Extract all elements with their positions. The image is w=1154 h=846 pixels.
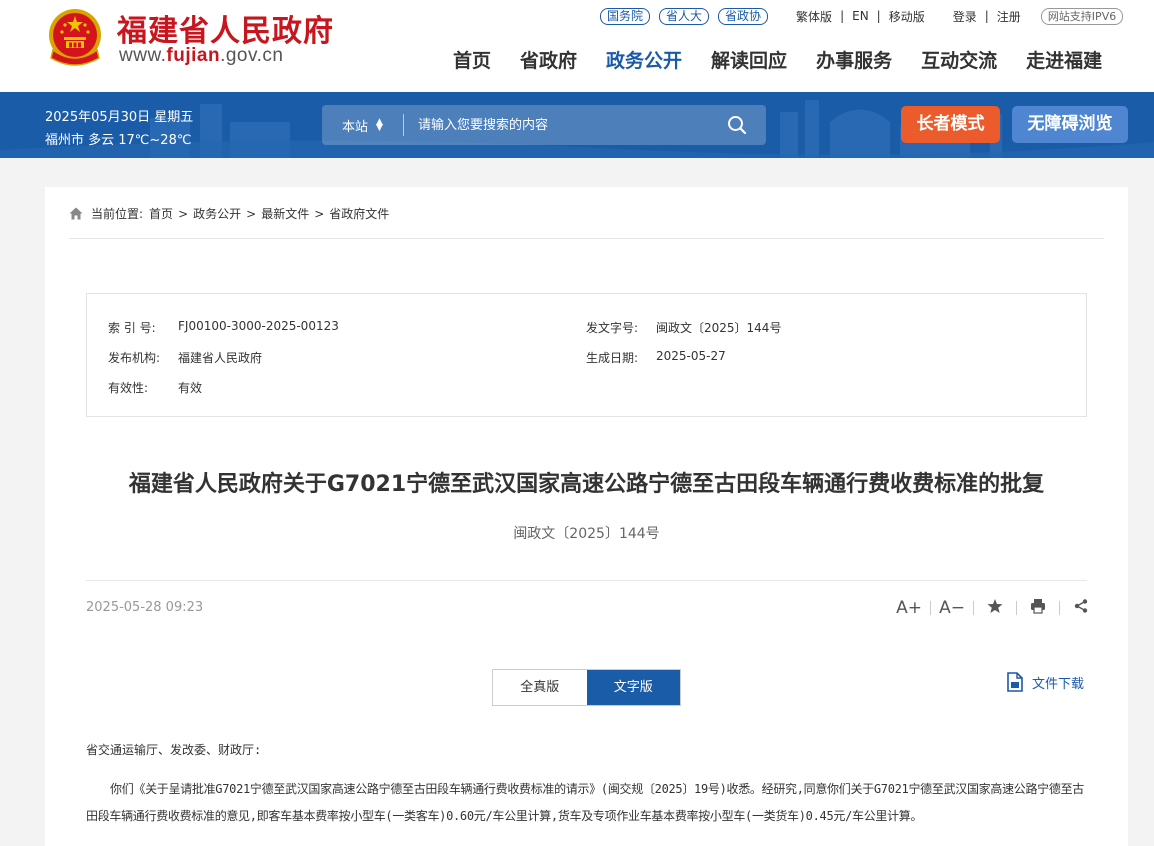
document-number: 闽政文〔2025〕144号 [513,526,660,542]
search-scope-label: 本站 [342,119,369,135]
breadcrumb-divider [69,238,1104,239]
site-header: 福建省人民政府 www.fujian.gov.cn 国务院 省人大 省政协 繁体… [0,0,1154,92]
printer-icon [1031,598,1045,614]
toolbar-separator [1059,601,1060,615]
nav-about-fujian[interactable]: 走进福建 [1026,46,1102,76]
separator: | [876,9,881,23]
breadcrumb-government-affairs[interactable]: 政务公开 [193,205,241,222]
nav-interaction[interactable]: 互动交流 [921,46,997,76]
main-nav: 首页 省政府 政务公开 解读回应 办事服务 互动交流 走进福建 [453,46,1102,76]
meta-issuer-row: 发布机构: 福建省人民政府 [108,349,262,366]
site-url-prefix: www. [119,45,167,66]
sort-arrows-icon: ▲ ▼ [376,117,383,133]
breadcrumb-home[interactable]: 首页 [149,205,173,222]
meta-validity-row: 有效性: 有效 [108,379,202,396]
site-url-domain: fujian [166,45,221,66]
breadcrumb-provincial-documents[interactable]: 省政府文件 [329,205,389,222]
nav-home[interactable]: 首页 [453,46,491,76]
link-provincial-cppcc[interactable]: 省政协 [718,7,769,25]
home-icon [69,207,83,220]
meta-docno-row: 发文字号: 闽政文〔2025〕144号 [586,319,781,336]
toolbar-separator [930,601,931,615]
publish-time: 2025-05-28 09:23 [86,600,204,615]
search-scope-select[interactable]: 本站 ▲ ▼ [322,114,404,136]
share-button[interactable] [1066,598,1096,618]
file-download-label: 文件下载 [1032,676,1085,692]
top-links: 国务院 省人大 省政协 繁体版 | EN | 移动版 登录 | 注册 网站支持I… [600,6,1124,26]
nav-interpretation[interactable]: 解读回应 [711,46,787,76]
breadcrumb-latest-documents[interactable]: 最新文件 [261,205,309,222]
star-icon [987,598,1003,613]
breadcrumb-separator: > [314,206,325,221]
favorite-button[interactable] [980,598,1010,619]
tab-full-version[interactable]: 全真版 [493,670,587,705]
document-metadata: 索 引 号: FJ00100-3000-2025-00123 发文字号: 闽政文… [86,293,1087,417]
national-emblem-icon[interactable] [45,6,105,68]
toolbar-separator [973,601,974,615]
share-icon [1074,599,1088,613]
link-english[interactable]: EN [852,9,869,23]
font-larger-button[interactable]: A+ [894,598,924,618]
search-banner: 2025年05月30日 星期五 福州市 多云 17℃~28℃ 本站 ▲▼ 长者模… [0,92,1154,158]
font-smaller-button[interactable]: A− [937,598,967,618]
link-state-council[interactable]: 国务院 [600,7,651,25]
meta-validity-label: 有效性: [108,381,149,395]
accessible-browse-button[interactable]: 无障碍浏览 [1012,106,1128,143]
meta-issuer-value: 福建省人民政府 [178,351,263,365]
article-toolbar: A+ A− [894,597,1096,619]
link-provincial-npc[interactable]: 省人大 [659,7,710,25]
file-download-icon [1007,672,1023,692]
meta-date-row: 生成日期: 2025-05-27 [586,349,726,366]
print-button[interactable] [1023,598,1053,619]
search-box: 本站 ▲ ▼ [322,105,766,145]
breadcrumb-separator: > [178,206,189,221]
site-name[interactable]: 福建省人民政府 [117,6,334,50]
meta-docno-label: 发文字号: [586,321,639,335]
breadcrumb-separator: > [246,206,257,221]
separator: | [984,9,989,23]
toolbar-separator [1016,601,1017,615]
breadcrumb: 当前位置: 首页 > 政务公开 > 最新文件 > 省政府文件 [69,205,389,222]
title-divider [86,580,1087,581]
nav-government-affairs[interactable]: 政务公开 [606,46,682,76]
separator: | [840,9,845,23]
nav-provincial-government[interactable]: 省政府 [520,46,577,76]
document-body: 省交通运输厅、发改委、财政厅: 你们《关于呈请批准G7021宁德至武汉国家高速公… [86,740,1087,830]
meta-issuer-label: 发布机构: [108,351,161,365]
elder-mode-button[interactable]: 长者模式 [901,106,1000,143]
link-traditional-chinese[interactable]: 繁体版 [796,8,832,25]
search-input[interactable] [404,105,708,145]
document-addressee: 省交通运输厅、发改委、财政厅: [86,743,262,757]
ipv6-badge: 网站支持IPV6 [1040,7,1124,25]
meta-validity-value: 有效 [178,381,203,395]
article-card: 当前位置: 首页 > 政务公开 > 最新文件 > 省政府文件 索 引 号: FJ… [45,187,1128,846]
tab-text-version[interactable]: 文字版 [586,670,680,705]
breadcrumb-prefix: 当前位置: [91,207,144,221]
current-date: 2025年05月30日 星期五 [45,110,194,125]
version-tabs: 全真版 文字版 [492,669,681,706]
search-button[interactable] [708,105,766,145]
nav-services[interactable]: 办事服务 [816,46,892,76]
search-icon [728,116,747,135]
document-paragraph: 你们《关于呈请批准G7021宁德至武汉国家高速公路宁德至古田段车辆通行费收费标准… [86,782,1084,823]
file-download-link[interactable]: 文件下载 [1006,672,1084,692]
link-mobile[interactable]: 移动版 [889,8,925,25]
meta-date-value: 2025-05-27 [656,349,726,363]
login-link[interactable]: 登录 [953,8,977,25]
weather-info: 福州市 多云 17℃~28℃ [45,133,192,148]
meta-index-value: FJ00100-3000-2025-00123 [178,319,339,333]
site-url[interactable]: www.fujian.gov.cn [119,45,283,67]
meta-index-label: 索 引 号: [108,321,156,335]
meta-date-label: 生成日期: [586,351,639,365]
document-title: 福建省人民政府关于G7021宁德至武汉国家高速公路宁德至古田段车辆通行费收费标准… [128,472,1045,497]
meta-docno-value: 闽政文〔2025〕144号 [656,321,782,335]
site-url-suffix: .gov.cn [220,45,284,66]
meta-index-row: 索 引 号: FJ00100-3000-2025-00123 [108,319,339,336]
register-link[interactable]: 注册 [997,8,1021,25]
